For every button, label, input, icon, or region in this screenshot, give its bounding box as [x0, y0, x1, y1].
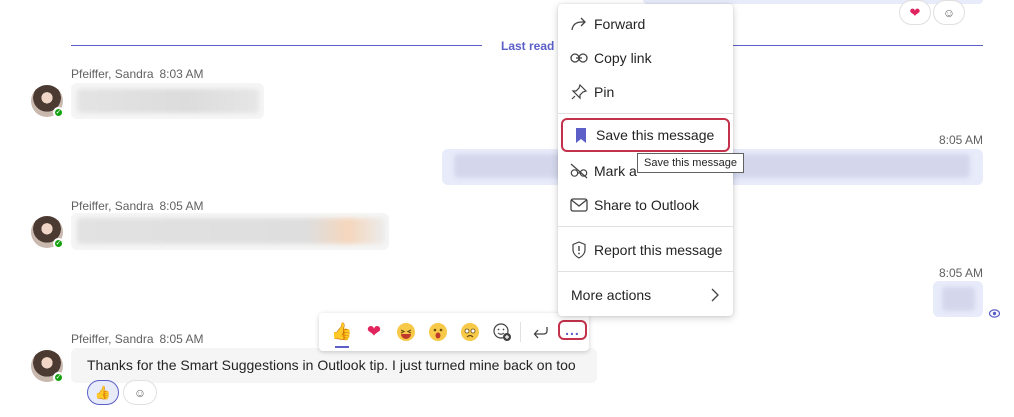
menu-item-forward[interactable]: Forward	[558, 7, 733, 41]
laughing-face-icon	[397, 323, 415, 341]
add-reaction-icon: ☺	[133, 385, 147, 400]
more-options-icon: ...	[565, 322, 580, 338]
menu-item-pin[interactable]: Pin	[558, 75, 733, 109]
reply-button[interactable]	[528, 319, 554, 345]
add-reaction-icon: ☺	[942, 5, 956, 20]
presence-available-icon: ✓	[53, 372, 64, 383]
laugh-reaction-button[interactable]	[393, 319, 419, 345]
timestamp: 8:05 AM	[159, 199, 204, 213]
thumbs-up-emoji-icon: 👍	[94, 384, 112, 400]
blurred-text	[77, 218, 385, 244]
selected-underline	[335, 346, 349, 348]
read-receipt-icon	[988, 305, 1001, 318]
sender-name[interactable]: Pfeiffer, Sandra	[71, 332, 154, 346]
menu-separator	[558, 271, 733, 272]
timestamp: 8:05 AM	[939, 266, 984, 280]
blurred-text	[942, 287, 975, 311]
timestamp: 8:05 AM	[159, 332, 204, 346]
forward-icon	[569, 16, 589, 32]
surprised-reaction-button[interactable]	[425, 319, 451, 345]
menu-item-save-message[interactable]: Save this message	[561, 118, 730, 152]
thumbs-up-icon: 👍	[331, 322, 353, 341]
message-bubble[interactable]: Thanks for the Smart Suggestions in Outl…	[71, 348, 597, 383]
add-reaction-button[interactable]: ☺	[123, 380, 157, 405]
message-bubble-mine[interactable]	[933, 281, 983, 317]
presence-available-icon: ✓	[53, 107, 64, 118]
menu-item-report[interactable]: Report this message	[558, 233, 733, 267]
timestamp: 8:03 AM	[159, 67, 204, 81]
heart-reaction-button[interactable]: ❤	[361, 319, 387, 345]
last-read-divider-right	[729, 45, 983, 46]
presence-available-icon: ✓	[53, 238, 64, 249]
menu-separator	[558, 226, 733, 227]
like-reaction-button[interactable]: 👍	[329, 319, 355, 348]
menu-item-label: Forward	[594, 16, 646, 32]
menu-item-label: Mark a	[594, 163, 637, 179]
last-read-label: Last read	[501, 39, 555, 53]
menu-separator	[558, 113, 733, 114]
link-icon	[569, 52, 589, 64]
sender-name[interactable]: Pfeiffer, Sandra	[71, 67, 154, 81]
more-reactions-button[interactable]	[489, 319, 515, 345]
message-action-toolbar: 👍 ❤ ...	[319, 313, 589, 351]
mail-icon	[569, 198, 589, 212]
message-bubble[interactable]	[71, 213, 389, 250]
message-header: Pfeiffer, Sandra 8:05 AM	[71, 332, 204, 346]
bookmark-icon	[571, 127, 591, 144]
sad-reaction-button[interactable]	[457, 319, 483, 345]
heart-reaction[interactable]: ❤	[899, 0, 931, 25]
menu-item-label: Copy link	[594, 50, 652, 66]
tooltip: Save this message	[637, 153, 744, 173]
thumbs-up-reaction[interactable]: 👍	[87, 380, 119, 405]
message-text: Thanks for the Smart Suggestions in Outl…	[87, 357, 576, 373]
sender-name[interactable]: Pfeiffer, Sandra	[71, 199, 154, 213]
timestamp: 8:05 AM	[939, 133, 984, 147]
menu-item-label: More actions	[571, 287, 652, 303]
add-reaction-icon	[493, 323, 511, 341]
shield-alert-icon	[569, 241, 589, 259]
surprised-face-icon	[429, 323, 447, 341]
menu-item-label: Share to Outlook	[594, 197, 700, 213]
chevron-right-icon	[711, 288, 719, 305]
toolbar-separator	[520, 322, 521, 342]
blurred-text	[77, 89, 259, 113]
message-header: Pfeiffer, Sandra 8:03 AM	[71, 67, 204, 81]
menu-item-share-to-outlook[interactable]: Share to Outlook	[558, 188, 733, 222]
menu-item-copy-link[interactable]: Copy link	[558, 41, 733, 75]
message-bubble[interactable]	[71, 83, 264, 119]
more-options-button[interactable]: ...	[558, 320, 587, 340]
reply-icon	[533, 327, 548, 339]
add-reaction-button[interactable]: ☺	[933, 0, 965, 25]
menu-item-more-actions[interactable]: More actions	[558, 278, 733, 312]
menu-item-label: Report this message	[594, 242, 723, 258]
heart-icon: ❤	[366, 322, 382, 341]
message-header: Pfeiffer, Sandra 8:05 AM	[71, 199, 204, 213]
heart-emoji-icon: ❤	[909, 4, 921, 20]
last-read-divider-left	[71, 45, 482, 46]
pin-icon	[569, 83, 589, 101]
menu-item-label: Pin	[594, 84, 615, 100]
sad-face-icon	[461, 323, 479, 341]
mark-unread-icon	[569, 163, 589, 179]
menu-item-label: Save this message	[596, 127, 715, 143]
